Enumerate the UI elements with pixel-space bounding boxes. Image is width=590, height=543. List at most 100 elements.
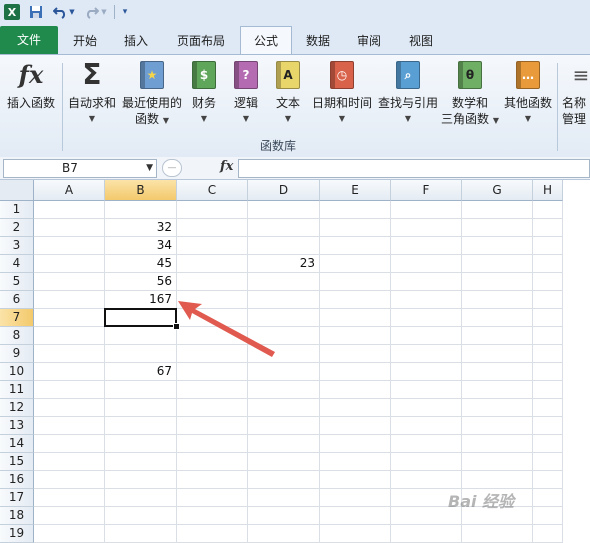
cell-g19[interactable] bbox=[462, 525, 533, 543]
cell-a18[interactable] bbox=[34, 507, 105, 525]
cell-f14[interactable] bbox=[391, 435, 462, 453]
cell-b9[interactable] bbox=[105, 345, 177, 363]
cell-e18[interactable] bbox=[320, 507, 391, 525]
cell-b16[interactable] bbox=[105, 471, 177, 489]
name-manager-button[interactable]: ≡ 名称 管理 bbox=[562, 59, 590, 127]
cell-f16[interactable] bbox=[391, 471, 462, 489]
cell-d14[interactable] bbox=[248, 435, 320, 453]
cell-f4[interactable] bbox=[391, 255, 462, 273]
cell-d6[interactable] bbox=[248, 291, 320, 309]
cell-c4[interactable] bbox=[177, 255, 248, 273]
cell-a5[interactable] bbox=[34, 273, 105, 291]
redo-dropdown-icon[interactable]: ▼ bbox=[100, 4, 108, 20]
cell-f3[interactable] bbox=[391, 237, 462, 255]
cell-d13[interactable] bbox=[248, 417, 320, 435]
cell-c7[interactable] bbox=[177, 309, 248, 327]
row-header-7[interactable]: 7 bbox=[0, 309, 34, 327]
row-header-16[interactable]: 16 bbox=[0, 471, 34, 489]
cell-c16[interactable] bbox=[177, 471, 248, 489]
row-header-2[interactable]: 2 bbox=[0, 219, 34, 237]
cell-f12[interactable] bbox=[391, 399, 462, 417]
row-header-4[interactable]: 4 bbox=[0, 255, 34, 273]
cell-b13[interactable] bbox=[105, 417, 177, 435]
cell-f15[interactable] bbox=[391, 453, 462, 471]
cell-h9[interactable] bbox=[533, 345, 563, 363]
formula-input[interactable] bbox=[238, 159, 590, 178]
column-header-b[interactable]: B bbox=[105, 180, 177, 201]
logical-button[interactable]: ? 逻辑 ▼ bbox=[228, 59, 264, 127]
cell-a16[interactable] bbox=[34, 471, 105, 489]
cell-f1[interactable] bbox=[391, 201, 462, 219]
cell-g15[interactable] bbox=[462, 453, 533, 471]
cell-g6[interactable] bbox=[462, 291, 533, 309]
autosum-button[interactable]: Σ 自动求和 ▼ bbox=[64, 59, 120, 127]
cell-h6[interactable] bbox=[533, 291, 563, 309]
cell-e7[interactable] bbox=[320, 309, 391, 327]
cell-a17[interactable] bbox=[34, 489, 105, 507]
date-time-button[interactable]: ◷ 日期和时间 ▼ bbox=[310, 59, 374, 127]
cell-a1[interactable] bbox=[34, 201, 105, 219]
cell-g7[interactable] bbox=[462, 309, 533, 327]
cell-f9[interactable] bbox=[391, 345, 462, 363]
cell-f19[interactable] bbox=[391, 525, 462, 543]
row-header-8[interactable]: 8 bbox=[0, 327, 34, 345]
tab-insert[interactable]: 插入 bbox=[112, 28, 160, 54]
row-header-1[interactable]: 1 bbox=[0, 201, 34, 219]
tab-page-layout[interactable]: 页面布局 bbox=[165, 28, 237, 54]
cell-e3[interactable] bbox=[320, 237, 391, 255]
row-header-10[interactable]: 10 bbox=[0, 363, 34, 381]
cell-h10[interactable] bbox=[533, 363, 563, 381]
formula-resize-handle[interactable]: — bbox=[162, 159, 182, 177]
cell-b14[interactable] bbox=[105, 435, 177, 453]
cell-e19[interactable] bbox=[320, 525, 391, 543]
cell-d10[interactable] bbox=[248, 363, 320, 381]
cell-a19[interactable] bbox=[34, 525, 105, 543]
redo-icon[interactable] bbox=[84, 4, 100, 20]
cell-c18[interactable] bbox=[177, 507, 248, 525]
row-header-19[interactable]: 19 bbox=[0, 525, 34, 543]
tab-view[interactable]: 视图 bbox=[398, 28, 444, 54]
row-header-12[interactable]: 12 bbox=[0, 399, 34, 417]
undo-icon[interactable] bbox=[52, 4, 68, 20]
cell-g13[interactable] bbox=[462, 417, 533, 435]
cell-e14[interactable] bbox=[320, 435, 391, 453]
cell-d15[interactable] bbox=[248, 453, 320, 471]
cell-g10[interactable] bbox=[462, 363, 533, 381]
cell-a9[interactable] bbox=[34, 345, 105, 363]
row-header-15[interactable]: 15 bbox=[0, 453, 34, 471]
cell-a4[interactable] bbox=[34, 255, 105, 273]
cell-e15[interactable] bbox=[320, 453, 391, 471]
column-header-e[interactable]: E bbox=[320, 180, 391, 201]
name-box[interactable]: B7 ▼ bbox=[3, 159, 157, 178]
cell-h13[interactable] bbox=[533, 417, 563, 435]
cell-b4[interactable]: 45 bbox=[105, 255, 177, 273]
recently-used-button[interactable]: ★ 最近使用的 函数 ▼ bbox=[120, 59, 184, 129]
cell-c12[interactable] bbox=[177, 399, 248, 417]
cell-g3[interactable] bbox=[462, 237, 533, 255]
cell-c14[interactable] bbox=[177, 435, 248, 453]
cell-h2[interactable] bbox=[533, 219, 563, 237]
cell-h19[interactable] bbox=[533, 525, 563, 543]
column-header-h[interactable]: H bbox=[533, 180, 563, 201]
cell-f10[interactable] bbox=[391, 363, 462, 381]
cell-d12[interactable] bbox=[248, 399, 320, 417]
column-header-g[interactable]: G bbox=[462, 180, 533, 201]
cell-b6[interactable]: 167 bbox=[105, 291, 177, 309]
cell-e5[interactable] bbox=[320, 273, 391, 291]
cell-c8[interactable] bbox=[177, 327, 248, 345]
column-header-c[interactable]: C bbox=[177, 180, 248, 201]
cell-d9[interactable] bbox=[248, 345, 320, 363]
cell-b17[interactable] bbox=[105, 489, 177, 507]
cell-h3[interactable] bbox=[533, 237, 563, 255]
row-header-17[interactable]: 17 bbox=[0, 489, 34, 507]
cell-d8[interactable] bbox=[248, 327, 320, 345]
cell-d1[interactable] bbox=[248, 201, 320, 219]
undo-dropdown-icon[interactable]: ▼ bbox=[68, 4, 76, 20]
cell-h1[interactable] bbox=[533, 201, 563, 219]
text-button[interactable]: A 文本 ▼ bbox=[270, 59, 306, 127]
cell-c3[interactable] bbox=[177, 237, 248, 255]
cell-f6[interactable] bbox=[391, 291, 462, 309]
cell-h7[interactable] bbox=[533, 309, 563, 327]
cell-f5[interactable] bbox=[391, 273, 462, 291]
cell-e12[interactable] bbox=[320, 399, 391, 417]
